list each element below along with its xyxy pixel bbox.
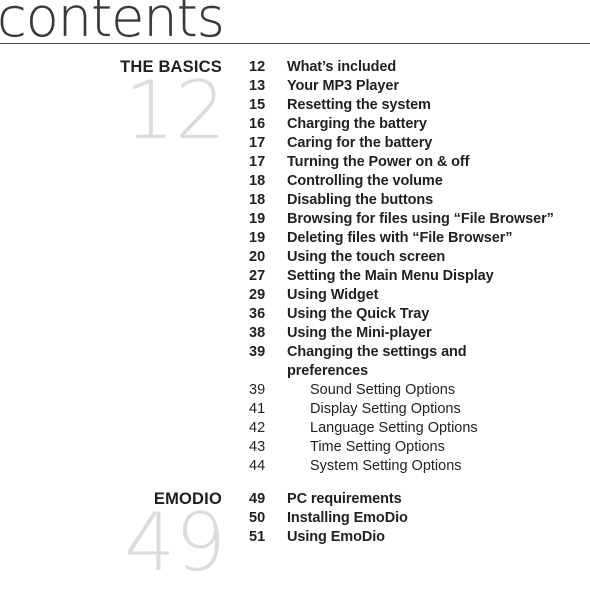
toc-entry-title: Using the touch screen — [287, 249, 446, 265]
toc-entry-title: Using EmoDio — [287, 529, 385, 545]
page-title: contents — [0, 0, 225, 49]
toc-entry-page-number: 38 — [249, 325, 266, 341]
toc-entry[interactable]: 27 Setting the Main Menu Display — [249, 267, 590, 286]
toc-entry-title: Disabling the buttons — [287, 192, 434, 208]
toc-entry-page-number: 16 — [249, 116, 266, 132]
toc-entry-title: Using the Mini-player — [287, 325, 432, 341]
toc-section: THE BASICS 12 12 What’s included 13 Your MP3 … — [0, 58, 590, 476]
header-divider — [0, 43, 590, 44]
toc-entry[interactable]: 39 Sound Setting Options — [249, 381, 590, 400]
toc-entry[interactable]: 39 Changing the settings and preferences — [249, 343, 590, 381]
toc-entry-page-number: 39 — [249, 382, 266, 398]
toc-entry[interactable]: 50 Installing EmoDio — [249, 509, 590, 528]
toc-entry[interactable]: 44 System Setting Options — [249, 457, 590, 476]
toc-entry-title: Caring for the battery — [287, 135, 433, 151]
toc-entry[interactable]: 42 Language Setting Options — [249, 419, 590, 438]
toc-entry[interactable]: 41 Display Setting Options — [249, 400, 590, 419]
toc-entry-page-number: 17 — [249, 154, 266, 170]
section-entries: 49 PC requirements 50 Installing EmoDio 51 Us… — [222, 490, 590, 547]
toc-entry-page-number: 41 — [249, 401, 266, 417]
toc-section: EMODIO 49 49 PC requirements 50 Installing Em… — [0, 490, 590, 583]
toc-entry[interactable]: 16 Charging the battery — [249, 115, 590, 134]
page-header: contents — [0, 0, 590, 45]
toc-entry-page-number: 27 — [249, 268, 266, 284]
toc-entry-title: Time Setting Options — [310, 439, 445, 455]
toc-entry-page-number: 44 — [249, 458, 266, 474]
section-entries: 12 What’s included 13 Your MP3 Player 15 Rese… — [222, 58, 590, 476]
toc-entry-page-number: 19 — [249, 230, 266, 246]
toc-entry[interactable]: 20 Using the touch screen — [249, 248, 590, 267]
toc-entry[interactable]: 29 Using Widget — [249, 286, 590, 305]
toc-entry[interactable]: 17 Turning the Power on & off — [249, 153, 590, 172]
section-page-watermark: 12 — [124, 64, 226, 157]
toc-entry-page-number: 20 — [249, 249, 266, 265]
toc-entry[interactable]: 12 What’s included — [249, 58, 590, 77]
toc-entry-title: Language Setting Options — [310, 420, 478, 436]
toc-entry-title: Charging the battery — [287, 116, 427, 132]
toc-entry-page-number: 18 — [249, 192, 266, 208]
toc-entry-title: System Setting Options — [310, 458, 462, 474]
toc-entry-title: Display Setting Options — [310, 401, 461, 417]
section-header: THE BASICS 12 — [0, 58, 226, 151]
toc-entry-title: What’s included — [287, 59, 397, 75]
section-header: EMODIO 49 — [0, 490, 226, 583]
toc-entry[interactable]: 49 PC requirements — [249, 490, 590, 509]
toc-entry-page-number: 49 — [249, 491, 266, 507]
toc-entry[interactable]: 19 Deleting files with “File Browser” — [249, 229, 590, 248]
toc-entry[interactable]: 36 Using the Quick Tray — [249, 305, 590, 324]
toc-entry-title: Resetting the system — [287, 97, 431, 113]
toc-entry-page-number: 42 — [249, 420, 266, 436]
toc-entry-page-number: 19 — [249, 211, 266, 227]
toc-entry[interactable]: 38 Using the Mini-player — [249, 324, 590, 343]
toc-entry-page-number: 50 — [249, 510, 266, 526]
toc-entry-page-number: 51 — [249, 529, 266, 545]
toc-entry-page-number: 12 — [249, 59, 266, 75]
toc-entry-page-number: 15 — [249, 97, 266, 113]
toc-entry-page-number: 18 — [249, 173, 266, 189]
section-title: EMODIO — [153, 490, 222, 508]
toc-entry-title: Using Widget — [287, 287, 379, 303]
toc-entry[interactable]: 17 Caring for the battery — [249, 134, 590, 153]
toc-entry-title: Deleting files with “File Browser” — [287, 230, 513, 246]
toc-entry[interactable]: 43 Time Setting Options — [249, 438, 590, 457]
toc-entry-title: Your MP3 Player — [287, 78, 399, 94]
toc-entry-title: Setting the Main Menu Display — [287, 268, 494, 284]
toc-entry-page-number: 36 — [249, 306, 266, 322]
toc-entry-title: Turning the Power on & off — [287, 154, 470, 170]
toc-entry-page-number: 43 — [249, 439, 266, 455]
toc-entry[interactable]: 18 Controlling the volume — [249, 172, 590, 191]
toc-entry-page-number: 17 — [249, 135, 266, 151]
toc-entry-page-number: 39 — [249, 344, 266, 360]
toc-entry-title: Changing the settings and preferences — [287, 344, 467, 379]
toc-entry-page-number: 29 — [249, 287, 266, 303]
toc-entry[interactable]: 18 Disabling the buttons — [249, 191, 590, 210]
toc-entry[interactable]: 19 Browsing for files using “File Browser… — [249, 210, 590, 229]
table-of-contents: THE BASICS 12 12 What’s included 13 Your MP3 … — [0, 58, 590, 583]
section-title: THE BASICS — [120, 58, 222, 76]
toc-entry-title: PC requirements — [287, 491, 402, 507]
toc-entry-title: Controlling the volume — [287, 173, 443, 189]
toc-entry-title: Sound Setting Options — [310, 382, 456, 398]
toc-entry[interactable]: 15 Resetting the system — [249, 96, 590, 115]
toc-entry-title: Using the Quick Tray — [287, 306, 430, 322]
toc-entry[interactable]: 51 Using EmoDio — [249, 528, 590, 547]
toc-entry-title: Browsing for files using “File Browser” — [287, 211, 554, 227]
section-page-watermark: 49 — [124, 496, 226, 589]
toc-entry[interactable]: 13 Your MP3 Player — [249, 77, 590, 96]
toc-entry-title: Installing EmoDio — [287, 510, 408, 526]
toc-entry-page-number: 13 — [249, 78, 266, 94]
